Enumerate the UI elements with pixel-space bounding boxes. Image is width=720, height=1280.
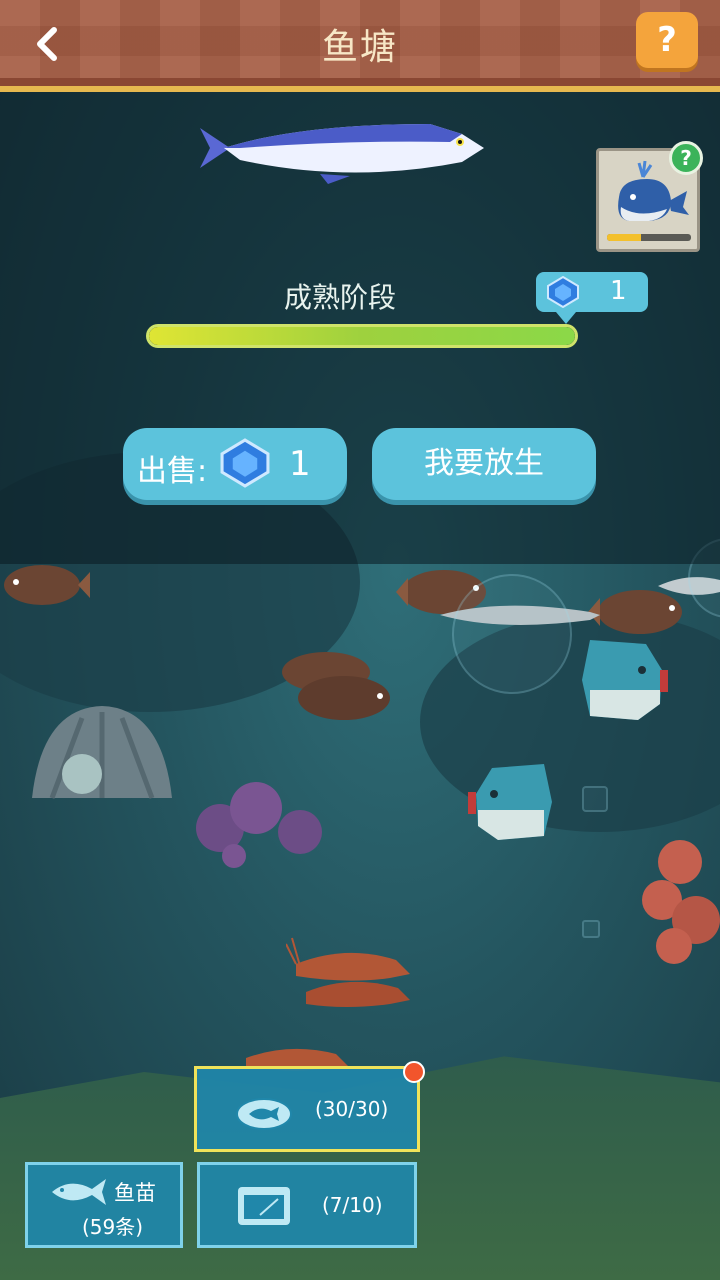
help-button[interactable]: ?	[636, 12, 698, 68]
bubble	[582, 786, 608, 812]
notification-dot	[403, 1061, 425, 1083]
tank-button[interactable]: (7/10)	[197, 1162, 417, 1248]
reward-value: 1	[610, 276, 627, 306]
flounder-fish	[282, 652, 390, 720]
gem-icon	[547, 276, 579, 308]
unknown-badge: ?	[669, 141, 703, 175]
flounder-fish	[4, 565, 90, 605]
feed-count: (30/30)	[315, 1097, 389, 1121]
selected-fish-image	[200, 124, 484, 184]
gem-icon	[220, 438, 270, 488]
tank-icon	[238, 1187, 290, 1225]
bubble	[452, 574, 572, 694]
growth-stage-label: 成熟阶段	[283, 281, 396, 314]
sunfish	[468, 764, 552, 840]
sunfish	[582, 640, 668, 720]
fish-fry-button[interactable]: 鱼苗 (59条)	[25, 1162, 183, 1248]
sell-label: 出售:	[137, 454, 208, 489]
clam-shell	[32, 706, 172, 799]
coral	[642, 840, 720, 964]
collection-progress-bar	[607, 234, 691, 241]
sell-price: 1	[289, 444, 311, 484]
tank-count: (7/10)	[322, 1193, 383, 1217]
fry-label: 鱼苗	[114, 1181, 156, 1205]
fish-food-icon	[236, 1098, 292, 1130]
release-button[interactable]: 我要放生	[372, 428, 596, 500]
reward-tooltip: 1	[536, 272, 648, 324]
fry-count: (59条)	[82, 1215, 144, 1239]
page-title: 鱼塘	[321, 27, 398, 68]
species-collection-card[interactable]: ?	[596, 141, 703, 252]
fish-icon	[52, 1179, 106, 1205]
growth-progress-fill	[149, 327, 575, 345]
coral	[196, 782, 322, 868]
growth-progress-bar	[146, 324, 578, 348]
shrimp	[286, 937, 410, 1007]
top-bar: 鱼塘 ?	[0, 0, 720, 92]
bubble	[582, 920, 600, 938]
feed-button[interactable]: (30/30)	[194, 1061, 425, 1152]
sell-button[interactable]: 出售: 1	[123, 428, 347, 500]
